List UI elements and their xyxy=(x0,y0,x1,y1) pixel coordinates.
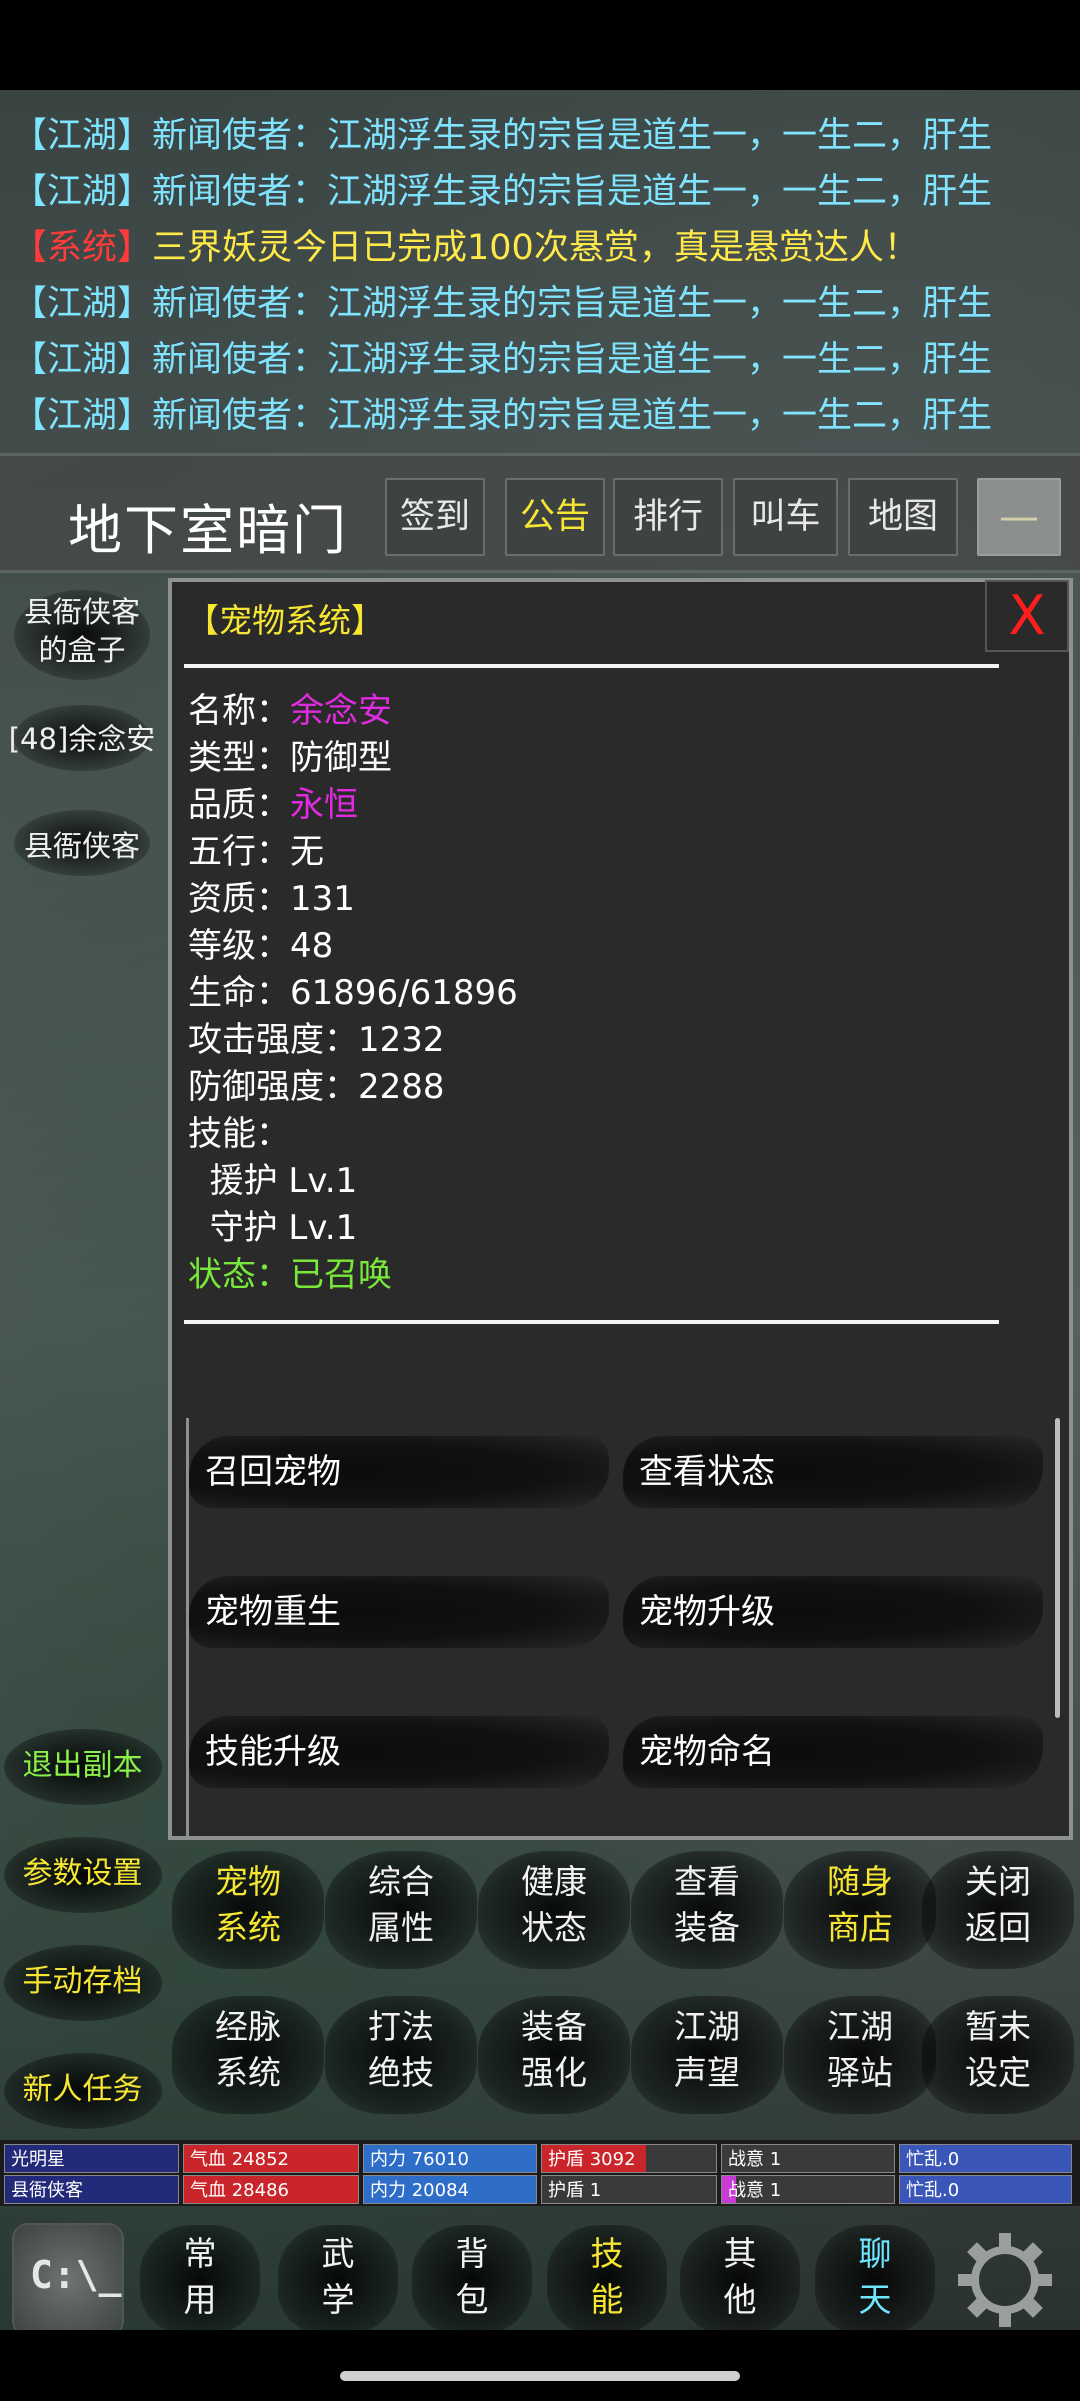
grid-pet-system[interactable]: 宠物 系统 xyxy=(172,1845,324,1975)
panel-title: 【宠物系统】 xyxy=(186,601,384,640)
skill-item: 守护 Lv.1 xyxy=(188,1208,358,1248)
tab-backpack[interactable]: 背包 xyxy=(412,2225,532,2335)
status-bar xyxy=(0,0,1080,90)
skill-item: 援护 Lv.1 xyxy=(188,1161,358,1201)
hp-bar: 气血 28486 xyxy=(183,2175,359,2204)
chat-line: 【江湖】新闻使者：江湖浮生录的宗旨是道生一，一生二，肝生 xyxy=(12,396,993,436)
bottom-tab-bar: C:\_ 常用 武学 背包 技能 其他 聊天 xyxy=(0,2215,1080,2345)
pet-element-row: 五行：无 xyxy=(188,832,324,872)
grid-health-status[interactable]: 健康 状态 xyxy=(478,1845,630,1975)
npc-county-guard[interactable]: 县衙侠客 xyxy=(12,827,152,865)
grid-portable-shop[interactable]: 随身 商店 xyxy=(784,1845,936,1975)
char-name-bar: 县衙侠客 xyxy=(4,2175,179,2204)
grid-overall-attributes[interactable]: 综合 属性 xyxy=(325,1845,477,1975)
grid-close-return[interactable]: 关闭 返回 xyxy=(922,1845,1074,1975)
location-header: 地下室暗门 签到 公告 排行 叫车 地图 — xyxy=(0,453,1080,573)
pet-type-row: 类型：防御型 xyxy=(188,738,392,778)
pet-quality-row: 品质：永恒 xyxy=(188,785,358,825)
pet-hp-row: 生命：61896/61896 xyxy=(188,973,518,1013)
announcement-button[interactable]: 公告 xyxy=(505,478,605,556)
newbie-task-button[interactable]: 新人任务 xyxy=(10,2054,155,2126)
menu-button[interactable]: — xyxy=(977,478,1061,556)
divider xyxy=(184,664,999,668)
system-gear-icon[interactable] xyxy=(950,2225,1060,2335)
tab-chat[interactable]: 聊天 xyxy=(815,2225,935,2335)
grid-fighting-skills[interactable]: 打法 绝技 xyxy=(325,1990,477,2120)
chat-line: 【江湖】新闻使者：江湖浮生录的宗旨是道生一，一生二，肝生 xyxy=(12,284,993,324)
system-nav-bar xyxy=(0,2330,1080,2401)
recall-pet-button[interactable]: 召回宠物 xyxy=(189,1418,609,1528)
pet-aptitude-row: 资质：131 xyxy=(188,879,355,919)
manual-save-button[interactable]: 手动存档 xyxy=(10,1946,155,2018)
busy-bar: 忙乱.0 xyxy=(899,2175,1072,2204)
map-button[interactable]: 地图 xyxy=(848,478,958,556)
function-grid: 宠物 系统 综合 属性 健康 状态 查看 装备 随身 商店 关闭 返回 经脉 系统 打法 绝技 … xyxy=(168,1845,1074,2135)
fighting-spirit-bar: 战意 1 xyxy=(721,2175,895,2204)
tab-other[interactable]: 其他 xyxy=(680,2225,800,2335)
tab-skills[interactable]: 技能 xyxy=(547,2225,667,2335)
pet-attack-row: 攻击强度：1232 xyxy=(188,1020,445,1060)
pet-upgrade-button[interactable]: 宠物升级 xyxy=(623,1558,1043,1668)
exit-dungeon-button[interactable]: 退出副本 xyxy=(10,1730,155,1802)
chat-line: 【江湖】新闻使者：江湖浮生录的宗旨是道生一，一生二，肝生 xyxy=(12,340,993,380)
settings-button[interactable]: 参数设置 xyxy=(10,1838,155,1910)
chat-line: 【江湖】新闻使者：江湖浮生录的宗旨是道生一，一生二，肝生 xyxy=(12,116,993,156)
pet-rebirth-button[interactable]: 宠物重生 xyxy=(189,1558,609,1668)
shield-bar: 护盾 3092 xyxy=(541,2144,717,2173)
pet-system-panel: 【宠物系统】 X 名称：余念安 类型：防御型 品质：永恒 五行：无 资质：131… xyxy=(168,578,1073,1840)
mana-bar: 内力 76010 xyxy=(363,2144,537,2173)
busy-bar: 忙乱.0 xyxy=(899,2144,1072,2173)
grid-reputation[interactable]: 江湖 声望 xyxy=(631,1990,783,2120)
mana-bar: 内力 20084 xyxy=(363,2175,537,2204)
call-car-button[interactable]: 叫车 xyxy=(733,478,838,556)
left-sidebar: 县衙侠客的盒子 [48]余念安 县衙侠客 退出副本 参数设置 手动存档 新人任务 xyxy=(0,575,162,2135)
divider xyxy=(184,1320,999,1324)
checkin-button[interactable]: 签到 xyxy=(385,478,485,556)
chat-log[interactable]: 【江湖】新闻使者：江湖浮生录的宗旨是道生一，一生二，肝生 【江湖】新闻使者：江湖… xyxy=(0,100,1080,450)
combat-status-bars: 光明星 气血 24852 内力 76010 护盾 3092 战意 1 忙乱.0 县衙侠客 气血… xyxy=(0,2140,1080,2206)
chat-line: 【江湖】新闻使者：江湖浮生录的宗旨是道生一，一生二，肝生 xyxy=(12,172,993,212)
fighting-spirit-bar: 战意 1 xyxy=(721,2144,895,2173)
console-icon[interactable]: C:\_ xyxy=(14,2225,122,2335)
location-title: 地下室暗门 xyxy=(68,499,348,562)
grid-view-equipment[interactable]: 查看 装备 xyxy=(631,1845,783,1975)
hp-bar: 气血 24852 xyxy=(183,2144,359,2173)
pet-level-row: 等级：48 xyxy=(188,926,334,966)
shield-bar: 护盾 1 xyxy=(541,2175,717,2204)
pet-status-row: 状态：已召唤 xyxy=(188,1255,392,1295)
pet-name-row: 名称：余念安 xyxy=(188,691,392,731)
skill-upgrade-button[interactable]: 技能升级 xyxy=(189,1698,609,1808)
chat-line-system: 【系统】三界妖灵今日已完成100次悬赏，真是悬赏达人！ xyxy=(12,228,919,268)
pet-skills-row: 技能： xyxy=(188,1114,290,1154)
npc-pet[interactable]: [48]余念安 xyxy=(2,720,162,758)
char-name-bar: 光明星 xyxy=(4,2144,179,2173)
scrollbar[interactable] xyxy=(1055,1418,1060,1718)
pet-rename-button[interactable]: 宠物命名 xyxy=(623,1698,1043,1808)
grid-not-set[interactable]: 暂未 设定 xyxy=(922,1990,1074,2120)
grid-equipment-enhance[interactable]: 装备 强化 xyxy=(478,1990,630,2120)
close-button[interactable]: X xyxy=(985,580,1069,652)
npc-county-box[interactable]: 县衙侠客的盒子 xyxy=(12,593,152,669)
pet-defense-row: 防御强度：2288 xyxy=(188,1067,445,1107)
home-indicator[interactable] xyxy=(340,2371,740,2381)
grid-meridian-system[interactable]: 经脉 系统 xyxy=(172,1990,324,2120)
tab-martial-arts[interactable]: 武学 xyxy=(278,2225,398,2335)
view-status-button[interactable]: 查看状态 xyxy=(623,1418,1043,1528)
ranking-button[interactable]: 排行 xyxy=(613,478,723,556)
tab-common[interactable]: 常用 xyxy=(140,2225,260,2335)
pet-actions-list[interactable]: 召回宠物 查看状态 宠物重生 宠物升级 技能升级 宠物命名 xyxy=(186,1418,1056,1838)
grid-post-station[interactable]: 江湖 驿站 xyxy=(784,1990,936,2120)
